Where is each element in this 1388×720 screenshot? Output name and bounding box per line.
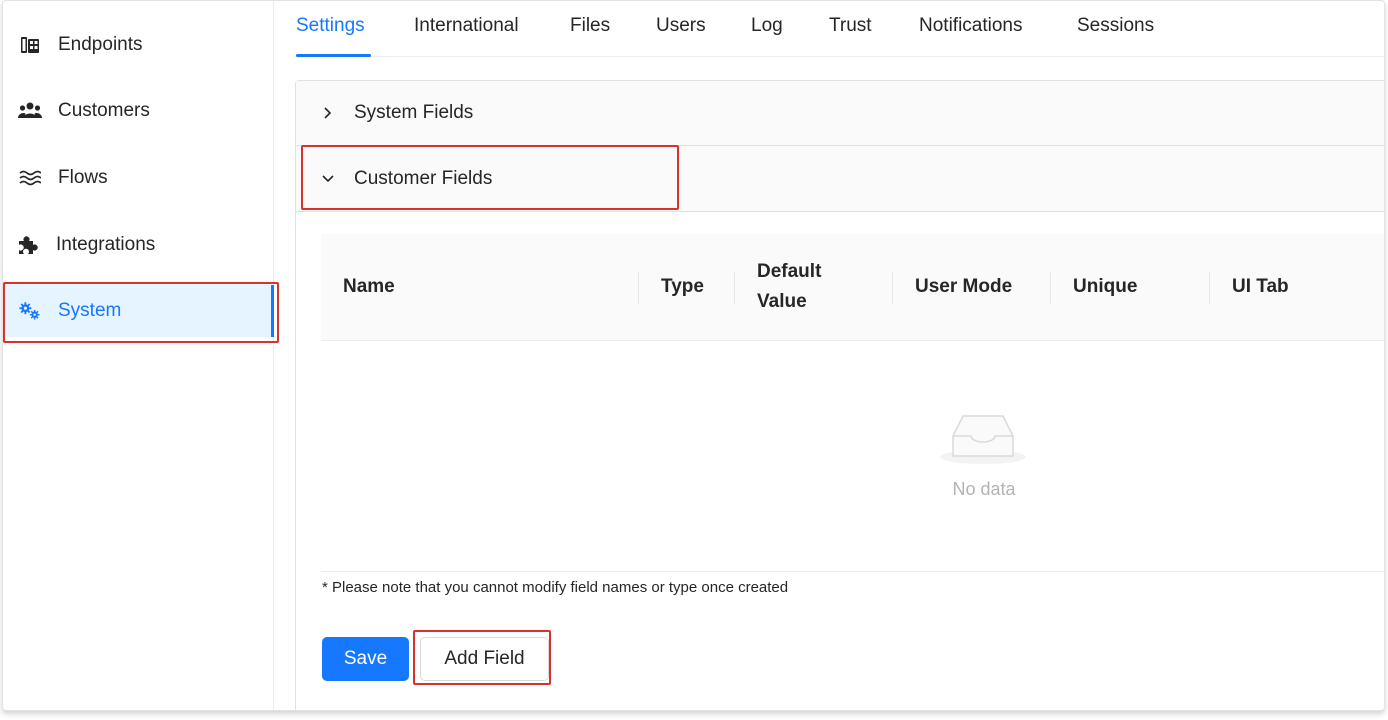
panel-title: Customer Fields xyxy=(354,167,493,189)
sidebar-item-customers[interactable]: Customers xyxy=(3,85,274,137)
field-names-note: * Please note that you cannot modify fie… xyxy=(322,579,789,596)
column-header-unique: Unique xyxy=(1073,276,1138,297)
column-divider xyxy=(1209,272,1210,304)
sidebar-item-label: Customers xyxy=(58,100,150,121)
add-field-button[interactable]: Add Field xyxy=(420,637,549,681)
tab-files[interactable]: Files xyxy=(570,15,610,37)
panel-title: System Fields xyxy=(354,102,474,123)
sidebar-item-system[interactable]: System xyxy=(3,285,274,337)
column-header-user-mode: User Mode xyxy=(915,276,1013,297)
sidebar-item-endpoints[interactable]: Endpoints xyxy=(3,19,274,71)
tab-log[interactable]: Log xyxy=(751,15,783,37)
sidebar-item-label: Integrations xyxy=(56,234,156,255)
column-divider xyxy=(1050,272,1051,304)
column-divider xyxy=(892,272,893,304)
gears-icon xyxy=(18,299,42,323)
sidebar-item-label: System xyxy=(58,300,122,321)
tab-international[interactable]: International xyxy=(414,15,519,37)
sidebar-item-integrations[interactable]: Integrations xyxy=(3,219,274,271)
users-icon xyxy=(18,99,42,123)
waves-icon xyxy=(18,166,42,190)
panel-system-fields-header[interactable]: System Fields xyxy=(296,81,1384,146)
chevron-right-icon xyxy=(320,105,336,121)
column-divider xyxy=(638,272,639,304)
tab-trust[interactable]: Trust xyxy=(829,15,872,37)
table-bottom-border xyxy=(321,571,1384,572)
app-window: Endpoints Customers Flows Integrations S xyxy=(2,0,1385,711)
save-button[interactable]: Save xyxy=(322,637,409,681)
building-icon xyxy=(18,33,42,57)
tab-notifications[interactable]: Notifications xyxy=(919,15,1023,37)
sidebar-item-label: Endpoints xyxy=(58,34,143,55)
column-header-default-line2: Value xyxy=(757,291,807,312)
tab-users[interactable]: Users xyxy=(656,15,706,37)
fields-collapse: System Fields Customer Fields xyxy=(295,80,1384,710)
column-header-name: Name xyxy=(343,276,395,297)
chevron-down-icon xyxy=(320,171,336,187)
fields-table-header: Name Type Default Value User Mode Unique… xyxy=(321,234,1384,341)
column-header-ui-tab: UI Tab xyxy=(1232,276,1289,297)
empty-inbox-icon xyxy=(937,406,1029,471)
sidebar: Endpoints Customers Flows Integrations S xyxy=(3,1,274,710)
tab-sessions[interactable]: Sessions xyxy=(1077,15,1154,37)
panel-customer-fields-header[interactable]: Customer Fields xyxy=(296,146,1384,212)
column-header-default-line1: Default xyxy=(757,261,822,282)
active-tab-indicator xyxy=(296,54,371,57)
column-header-type: Type xyxy=(661,276,704,297)
column-divider xyxy=(734,272,735,304)
puzzle-icon xyxy=(16,233,40,257)
sidebar-item-label: Flows xyxy=(58,167,108,188)
tab-settings[interactable]: Settings xyxy=(296,15,365,37)
empty-state-text: No data xyxy=(952,479,1016,499)
sidebar-item-flows[interactable]: Flows xyxy=(3,152,274,204)
column-header-default-value: Default Value xyxy=(757,257,821,317)
